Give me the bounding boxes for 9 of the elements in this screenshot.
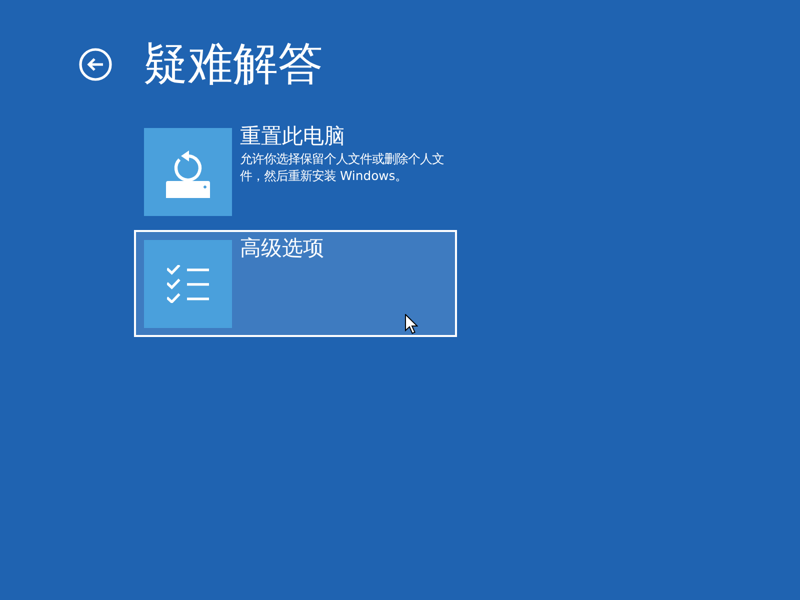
mouse-pointer-icon	[405, 314, 418, 334]
back-button[interactable]	[79, 48, 112, 80]
option-description: 允许你选择保留个人文件或删除个人文件，然后重新安装 Windows。	[240, 150, 445, 184]
checklist-icon	[167, 265, 209, 303]
option-button[interactable]: 重置此电脑 允许你选择保留个人文件或删除个人文件，然后重新安装 Windows。	[134, 118, 457, 225]
option-title: 高级选项	[240, 235, 324, 262]
option-button[interactable]: 高级选项	[134, 230, 457, 337]
option-title: 重置此电脑	[240, 123, 346, 150]
page-title: 疑难解答	[143, 41, 323, 87]
